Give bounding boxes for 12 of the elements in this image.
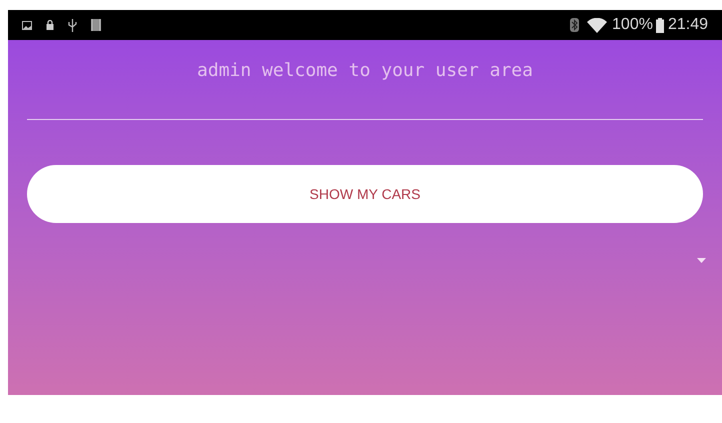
barcode-icon — [91, 19, 101, 31]
show-cars-button[interactable]: SHOW MY CARS — [27, 165, 703, 223]
clock: 21:49 — [668, 17, 708, 33]
welcome-text: admin welcome to your user area — [196, 59, 534, 83]
battery-percentage: 100% — [612, 17, 653, 33]
usb-icon — [68, 18, 77, 32]
dropdown-caret-icon[interactable] — [697, 258, 706, 263]
lock-icon — [46, 20, 54, 30]
image-icon — [22, 20, 32, 30]
wifi-icon — [587, 18, 608, 32]
battery-icon — [656, 18, 664, 32]
bluetooth-icon — [570, 18, 580, 32]
